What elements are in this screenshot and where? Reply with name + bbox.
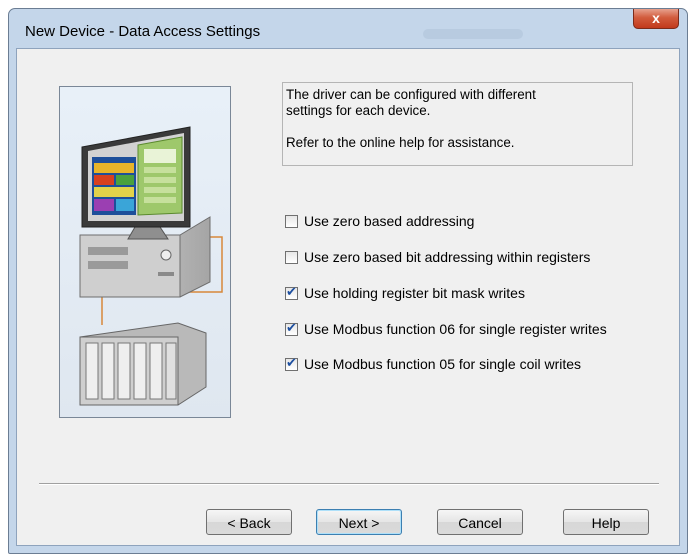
option-label: Use Modbus function 05 for single coil w… bbox=[304, 356, 582, 372]
checkbox-zero-based-bit-addressing[interactable] bbox=[285, 250, 298, 264]
info-line-3: Refer to the online help for assistance. bbox=[286, 135, 515, 150]
title-bar-blur bbox=[423, 29, 523, 39]
window-title: New Device - Data Access Settings bbox=[25, 23, 261, 40]
info-line-1: The driver can be configured with differ… bbox=[286, 87, 536, 102]
dialog-client-area: The driver can be configured with differ… bbox=[16, 48, 680, 546]
checkmark-icon: ✔ bbox=[286, 284, 297, 300]
option-modbus-function-05[interactable]: ✔ Use Modbus function 05 for single coil… bbox=[285, 355, 581, 373]
dialog-window: New Device - Data Access Settings x The … bbox=[8, 8, 688, 554]
close-icon: x bbox=[652, 10, 660, 26]
cancel-button[interactable]: Cancel bbox=[437, 509, 523, 535]
checkbox-modbus-function-06[interactable]: ✔ bbox=[285, 320, 298, 336]
option-modbus-function-06[interactable]: ✔ Use Modbus function 06 for single regi… bbox=[285, 320, 607, 338]
back-button[interactable]: < Back bbox=[206, 509, 292, 535]
option-zero-based-addressing[interactable]: Use zero based addressing bbox=[285, 212, 474, 230]
help-button[interactable]: Help bbox=[563, 509, 649, 535]
info-text-box: The driver can be configured with differ… bbox=[282, 82, 633, 166]
option-label: Use Modbus function 06 for single regist… bbox=[304, 321, 607, 337]
computer-plc-illustration bbox=[59, 86, 231, 418]
option-label: Use zero based addressing bbox=[304, 213, 475, 229]
checkbox-holding-register-bit-mask[interactable]: ✔ bbox=[285, 284, 298, 300]
close-button[interactable]: x bbox=[633, 9, 679, 29]
separator-line bbox=[39, 483, 659, 485]
checkmark-icon: ✔ bbox=[286, 320, 297, 336]
option-zero-based-bit-addressing[interactable]: Use zero based bit addressing within reg… bbox=[285, 248, 590, 266]
info-line-2: settings for each device. bbox=[286, 103, 431, 118]
next-button[interactable]: Next > bbox=[316, 509, 402, 535]
option-label: Use zero based bit addressing within reg… bbox=[304, 249, 591, 265]
checkbox-modbus-function-05[interactable]: ✔ bbox=[285, 355, 298, 371]
checkmark-icon: ✔ bbox=[286, 355, 297, 371]
option-label: Use holding register bit mask writes bbox=[304, 285, 525, 301]
checkbox-zero-based-addressing[interactable] bbox=[285, 214, 298, 228]
option-holding-register-bit-mask[interactable]: ✔ Use holding register bit mask writes bbox=[285, 284, 525, 302]
